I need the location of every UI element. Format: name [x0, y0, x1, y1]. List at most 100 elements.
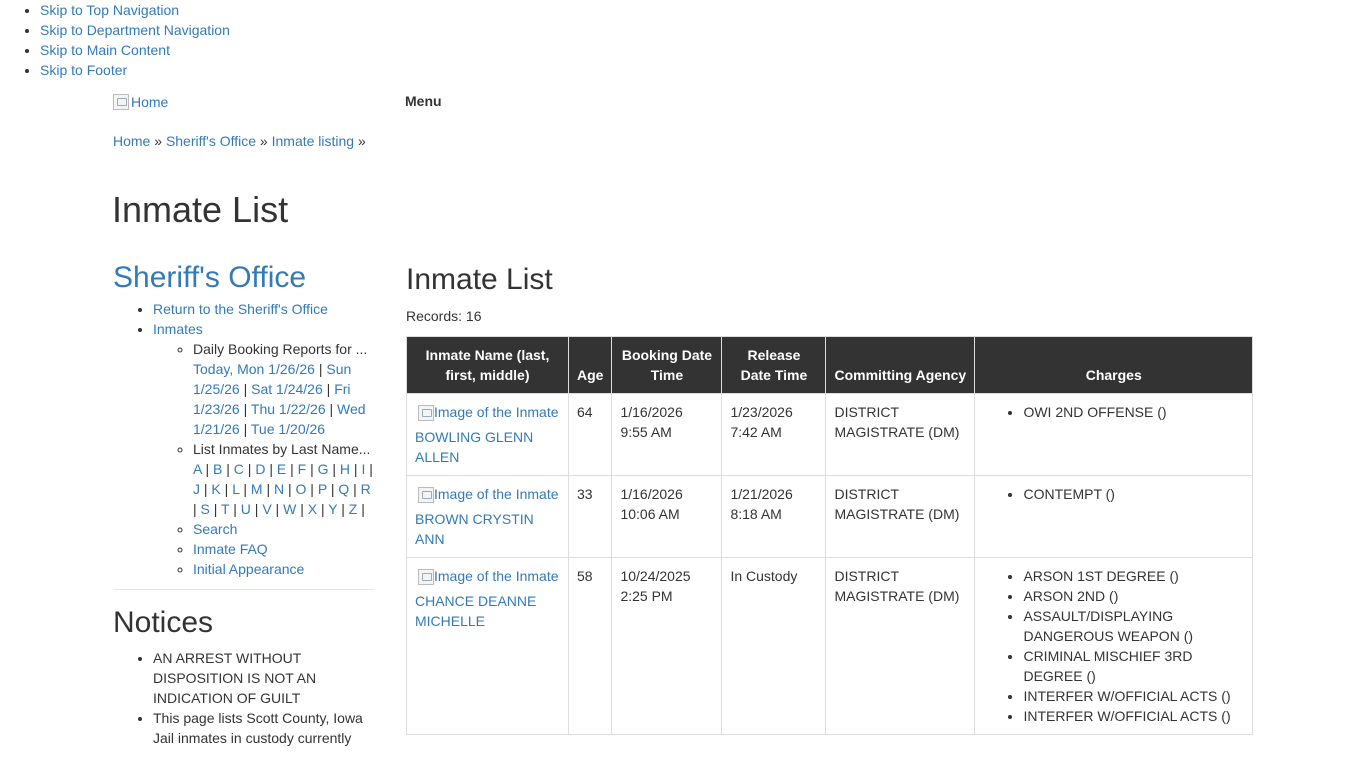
- daily-report-link[interactable]: Thu 1/22/26: [251, 401, 326, 417]
- daily-report-link[interactable]: Today, Mon 1/26/26: [193, 361, 315, 377]
- charge-item: INTERFER W/OFFICIAL ACTS (): [1023, 686, 1244, 706]
- letter-link-x[interactable]: X: [308, 501, 317, 517]
- letter-link-q[interactable]: Q: [338, 481, 349, 497]
- records-count: Records: 16: [406, 306, 1254, 326]
- inmate-photo-link[interactable]: Image of the Inmate: [418, 566, 560, 586]
- inmate-age: 64: [567, 393, 613, 476]
- breadcrumb-sep: »: [154, 133, 163, 149]
- inmate-age: 58: [567, 557, 613, 735]
- letter-link-b[interactable]: B: [213, 461, 222, 477]
- link-separator: |: [193, 501, 201, 517]
- daily-report-link[interactable]: Sat 1/24/26: [251, 381, 323, 397]
- link-separator: |: [209, 501, 222, 517]
- skip-links: Skip to Top Navigation Skip to Departmen…: [0, 0, 230, 80]
- table-row: Image of the Inmate BROWN CRYSTIN ANN 33 1/…: [406, 475, 1253, 558]
- link-separator: |: [314, 361, 327, 377]
- divider: [113, 589, 375, 590]
- list-by-last-name: List Inmates by Last Name... A | B | C |…: [193, 439, 375, 519]
- table-row: Image of the Inmate BOWLING GLENN ALLEN 64…: [406, 393, 1253, 476]
- notices-title: Notices: [113, 606, 214, 639]
- home-logo-link[interactable]: Home: [113, 92, 168, 112]
- letter-link-f[interactable]: F: [298, 461, 307, 477]
- sidebar-title-link[interactable]: Sheriff's Office: [113, 261, 306, 294]
- breadcrumb-home[interactable]: Home: [113, 133, 150, 149]
- notice-item: AN ARREST WITHOUT DISPOSITION IS NOT AN …: [153, 648, 375, 708]
- initial-appearance-link[interactable]: Initial Appearance: [193, 561, 304, 577]
- skip-dept-nav-link[interactable]: Skip to Department Navigation: [40, 22, 230, 38]
- notices-list: AN ARREST WITHOUT DISPOSITION IS NOT AN …: [113, 648, 375, 748]
- inmates-link[interactable]: Inmates: [153, 321, 203, 337]
- letter-link-n[interactable]: N: [274, 481, 284, 497]
- sidebar-item-inmates: Inmates Daily Booking Reports for ... To…: [153, 319, 375, 579]
- link-separator: |: [350, 461, 362, 477]
- broken-image-icon: [418, 569, 434, 585]
- charge-item: CONTEMPT (): [1023, 484, 1244, 504]
- letter-link-y[interactable]: Y: [328, 501, 337, 517]
- skip-footer-link[interactable]: Skip to Footer: [40, 62, 127, 78]
- breadcrumb-sheriffs-office[interactable]: Sheriff's Office: [166, 133, 256, 149]
- inmate-rows: Image of the Inmate BOWLING GLENN ALLEN 64…: [406, 393, 1253, 735]
- letter-link-w[interactable]: W: [283, 501, 296, 517]
- sidebar-item-faq: Inmate FAQ: [193, 539, 375, 559]
- skip-main-link[interactable]: Skip to Main Content: [40, 42, 170, 58]
- inmate-faq-link[interactable]: Inmate FAQ: [193, 541, 268, 557]
- link-separator: |: [220, 481, 233, 497]
- charges-cell: OWI 2ND OFFENSE (): [974, 393, 1253, 476]
- inmate-age: 33: [567, 475, 613, 558]
- inmate-photo-link[interactable]: Image of the Inmate: [418, 484, 560, 504]
- link-separator: |: [328, 461, 340, 477]
- letter-link-p[interactable]: P: [318, 481, 327, 497]
- letter-link-u[interactable]: U: [241, 501, 251, 517]
- return-sheriff-link[interactable]: Return to the Sheriff's Office: [153, 301, 328, 317]
- menu-button[interactable]: Menu: [405, 91, 442, 111]
- link-separator: |: [239, 421, 251, 437]
- daily-booking-label: Daily Booking Reports for ...: [193, 341, 368, 357]
- logo-alt-text: Home: [131, 94, 169, 110]
- letter-link-v[interactable]: V: [262, 501, 271, 517]
- letter-link-o[interactable]: O: [296, 481, 307, 497]
- skip-item: Skip to Department Navigation: [40, 20, 230, 40]
- inmate-name-link[interactable]: CHANCE DEANNE MICHELLE: [415, 593, 536, 629]
- inmate-name-cell: Image of the Inmate BROWN CRYSTIN ANN: [406, 475, 569, 558]
- inmate-photo-link[interactable]: Image of the Inmate: [418, 402, 560, 422]
- letter-link-h[interactable]: H: [340, 461, 350, 477]
- charge-item: CRIMINAL MISCHIEF 3RD DEGREE (): [1023, 646, 1244, 686]
- skip-top-nav-link[interactable]: Skip to Top Navigation: [40, 2, 179, 18]
- charges-list: OWI 2ND OFFENSE (): [983, 402, 1244, 422]
- letter-link-e[interactable]: E: [277, 461, 286, 477]
- charge-item: INTERFER W/OFFICIAL ACTS (): [1023, 706, 1244, 726]
- letter-link-j[interactable]: J: [193, 481, 200, 497]
- sidebar-item-initial: Initial Appearance: [193, 559, 375, 579]
- letter-link-a[interactable]: A: [193, 461, 202, 477]
- release-datetime: 1/23/2026 7:42 AM: [721, 393, 827, 476]
- charge-item: ASSAULT/DISPLAYING DANGEROUS WEAPON (): [1023, 606, 1244, 646]
- link-separator: |: [229, 501, 241, 517]
- records-value: 16: [465, 308, 482, 324]
- letter-link-d[interactable]: D: [255, 461, 265, 477]
- link-separator: |: [317, 501, 329, 517]
- link-separator: |: [265, 461, 277, 477]
- charges-list: ARSON 1ST DEGREE ()ARSON 2ND ()ASSAULT/D…: [983, 566, 1244, 726]
- inmates-subnav: Daily Booking Reports for ... Today, Mon…: [153, 339, 375, 579]
- table-header-row: Inmate Name (last, first, middle) Age Bo…: [406, 336, 1253, 394]
- inmate-table: Inmate Name (last, first, middle) Age Bo…: [406, 336, 1253, 735]
- link-separator: |: [322, 381, 335, 397]
- search-link[interactable]: Search: [193, 521, 237, 537]
- inmate-name-wrap: BOWLING GLENN ALLEN: [415, 427, 560, 467]
- breadcrumb-sep: »: [357, 133, 366, 149]
- sidebar: Sheriff's Office Return to the Sheriff's…: [113, 258, 375, 748]
- link-separator: |: [357, 501, 365, 517]
- inmate-name-link[interactable]: BOWLING GLENN ALLEN: [415, 429, 533, 465]
- daily-report-link[interactable]: Tue 1/20/26: [251, 421, 325, 437]
- letter-link-c[interactable]: C: [234, 461, 244, 477]
- letter-link-k[interactable]: K: [211, 481, 220, 497]
- letter-link-r[interactable]: R: [361, 481, 371, 497]
- letter-link-g[interactable]: G: [318, 461, 329, 477]
- inmate-name-link[interactable]: BROWN CRYSTIN ANN: [415, 511, 534, 547]
- daily-booking-reports: Daily Booking Reports for ... Today, Mon…: [193, 339, 375, 439]
- charges-cell: CONTEMPT (): [974, 475, 1253, 558]
- main-content: Inmate List Records: 16 Inmate Name (las…: [406, 260, 1254, 735]
- breadcrumb-inmate-listing[interactable]: Inmate listing: [272, 133, 354, 149]
- letter-link-s[interactable]: S: [201, 501, 210, 517]
- letter-link-m[interactable]: M: [251, 481, 263, 497]
